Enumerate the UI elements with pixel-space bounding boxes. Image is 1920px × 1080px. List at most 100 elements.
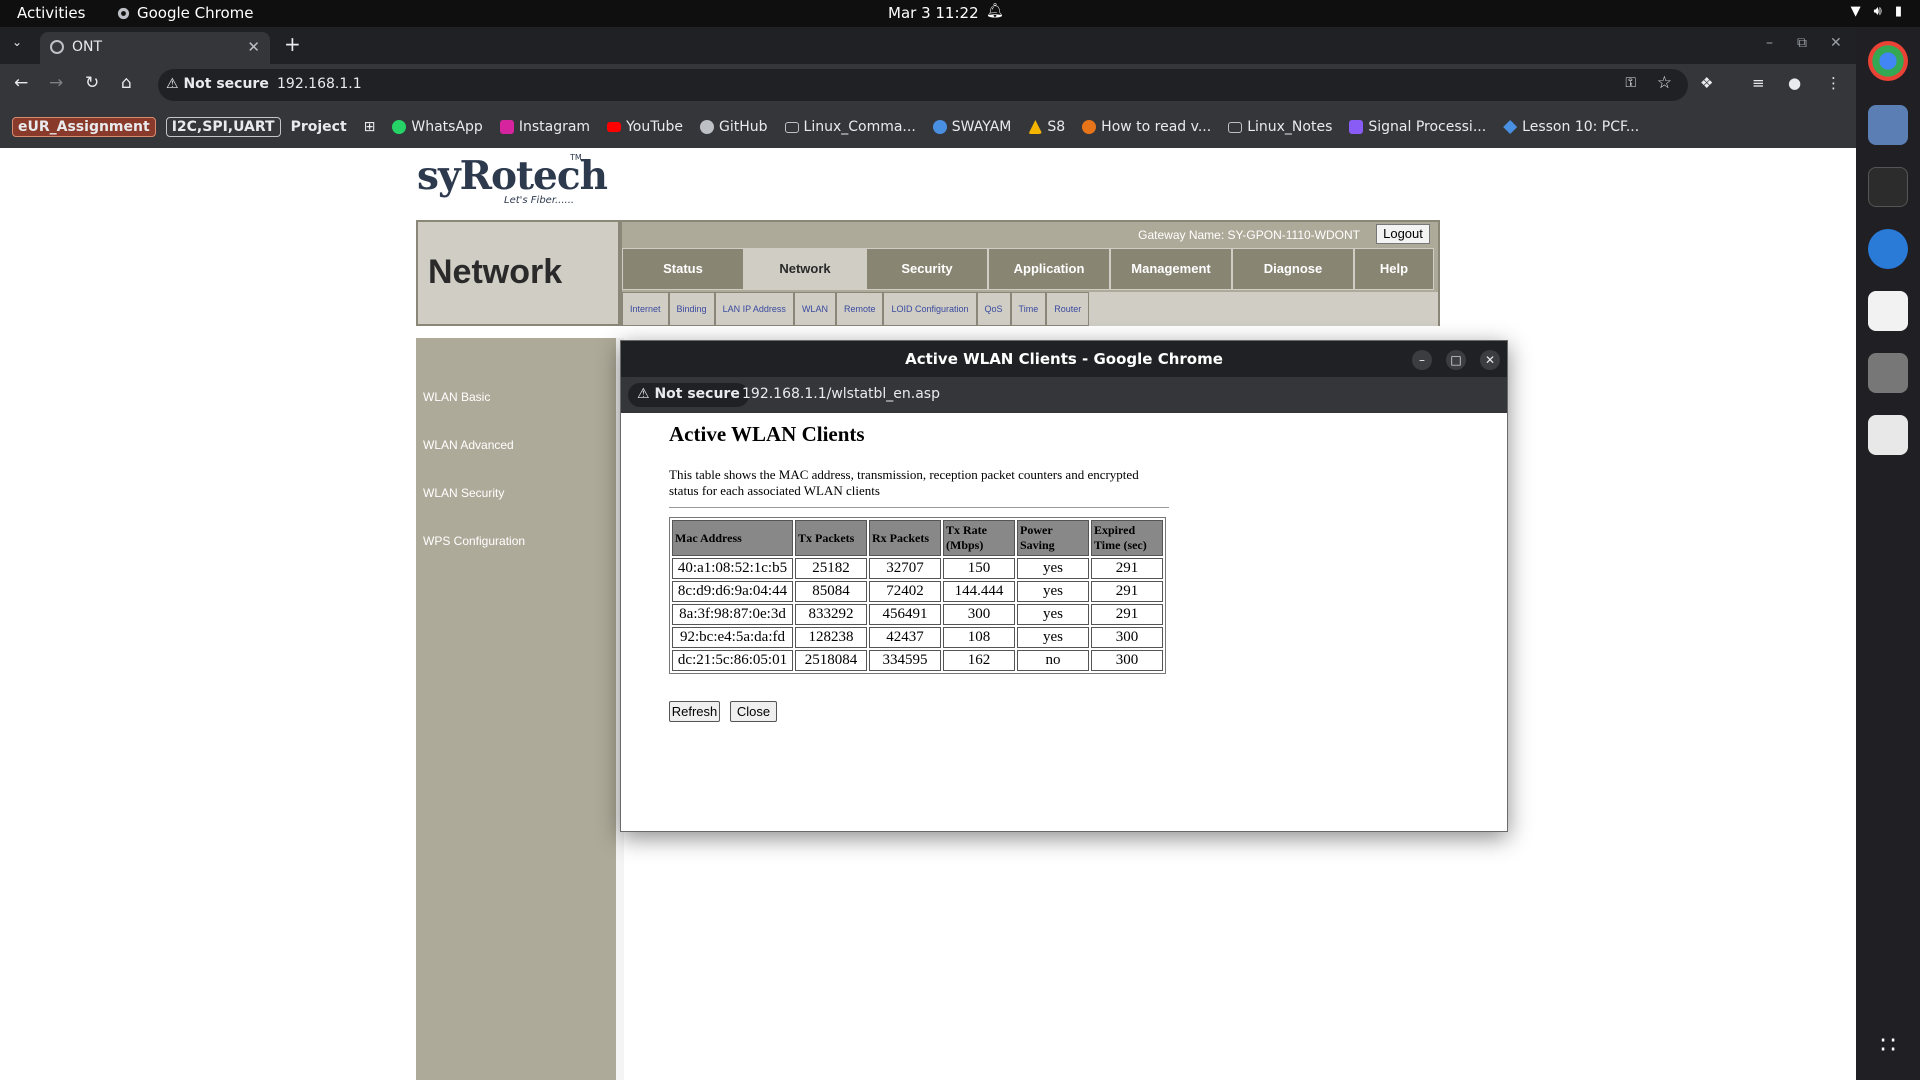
bookmark-youtube[interactable]: YouTube (607, 119, 683, 135)
logo-tagline: Let's Fiber...... (504, 195, 575, 206)
subnav-remote[interactable]: Remote (835, 292, 884, 326)
table-row: 92:bc:e4:5a:da:fd 128238 42437 108 yes 3… (672, 627, 1163, 648)
active-wlan-clients-window: Active WLAN Clients - Google Chrome – □ … (620, 340, 1508, 832)
gateway-bar: Gateway Name: SY-GPON-1110-WDONT Logout (622, 222, 1438, 246)
bookmark-eur-assignment[interactable]: eUR_Assignment (12, 117, 156, 137)
nav-help[interactable]: Help (1354, 248, 1434, 290)
table-row: 8a:3f:98:87:0e:3d 833292 456491 300 yes … (672, 604, 1163, 625)
subnav-router[interactable]: Router (1046, 292, 1090, 326)
nav-application[interactable]: Application (988, 248, 1110, 290)
trash-dock-icon[interactable] (1868, 415, 1908, 455)
bookmark-s8[interactable]: S8 (1028, 119, 1065, 135)
popup-url[interactable]: 192.168.1.1/wlstatbl_en.asp (742, 386, 940, 402)
terminal-dock-icon[interactable] (1868, 167, 1908, 207)
refresh-button[interactable]: Refresh (669, 701, 720, 722)
column-header: Power Saving (1017, 520, 1089, 556)
tx-packets-cell: 2518084 (795, 650, 867, 671)
activities-button[interactable]: Activities (17, 4, 85, 22)
nav-network[interactable]: Network (744, 248, 866, 290)
more-menu-icon[interactable]: ⋮ (1826, 74, 1841, 92)
chrome-dock-icon[interactable] (1868, 41, 1908, 81)
bookmark-label: WhatsApp (411, 119, 483, 135)
bookmark-github[interactable]: GitHub (700, 119, 768, 135)
rx-packets-cell: 72402 (869, 581, 941, 602)
popup-minimize-icon[interactable]: – (1412, 350, 1432, 370)
nav-status[interactable]: Status (622, 248, 744, 290)
clock[interactable]: Mar 3 11:22 (888, 4, 979, 22)
subnav-loid-configuration[interactable]: LOID Configuration (883, 292, 977, 326)
github-icon (700, 120, 714, 134)
folder-icon (1228, 121, 1243, 133)
reload-icon[interactable]: ↻ (85, 73, 99, 93)
app-menu[interactable]: Google Chrome (117, 4, 254, 22)
forward-arrow-icon[interactable]: → (49, 73, 63, 93)
profile-avatar-icon[interactable]: ● (1788, 74, 1801, 92)
tab-search-chevron-icon[interactable]: ⌄ (12, 35, 22, 49)
browser-tab-ont[interactable]: ONT ✕ (40, 32, 270, 64)
popup-heading: Active WLAN Clients (669, 422, 865, 446)
address-url[interactable]: 192.168.1.1 (277, 76, 362, 92)
popup-title-bar[interactable]: Active WLAN Clients - Google Chrome (621, 341, 1507, 377)
subnav-lan-ip-address[interactable]: LAN IP Address (714, 292, 794, 326)
system-tray[interactable]: ▼ 🔊︎ ▮ (1851, 4, 1902, 19)
bookmark-folder-linux-notes[interactable]: Linux_Notes (1228, 119, 1332, 135)
bookmark-star-icon[interactable]: ☆ (1657, 73, 1672, 93)
files-dock-icon[interactable] (1868, 105, 1908, 145)
bookmark-label: Linux_Comma... (803, 119, 916, 135)
bookmark-instagram[interactable]: Instagram (499, 119, 590, 135)
popup-address-bar: ⚠ Not secure 192.168.1.1/wlstatbl_en.asp (621, 377, 1507, 413)
sidebar-item-wlan-security[interactable]: WLAN Security (423, 486, 504, 500)
minimize-window-icon[interactable]: – (1766, 35, 1773, 51)
power-saving-cell: yes (1017, 581, 1089, 602)
restore-window-icon[interactable]: ⧉ (1797, 35, 1807, 51)
new-tab-plus-icon[interactable]: + (284, 32, 301, 56)
text-editor-dock-icon[interactable] (1868, 291, 1908, 331)
bookmark-project[interactable]: Project (291, 119, 347, 135)
nav-security[interactable]: Security (866, 248, 988, 290)
sidebar-item-wlan-basic[interactable]: WLAN Basic (423, 390, 490, 404)
close-window-icon[interactable]: ✕ (1830, 35, 1842, 51)
close-tab-icon[interactable]: ✕ (247, 38, 260, 56)
sidebar-item-wps-configuration[interactable]: WPS Configuration (423, 534, 525, 548)
not-secure-indicator[interactable]: ⚠ Not secure (166, 76, 269, 92)
power-saving-cell: yes (1017, 604, 1089, 625)
tx-packets-cell: 85084 (795, 581, 867, 602)
apps-grid-icon[interactable]: ⊞ (364, 119, 376, 135)
popup-not-secure-indicator[interactable]: ⚠ Not secure (628, 383, 749, 407)
extensions-puzzle-icon[interactable]: ❖ (1700, 74, 1713, 92)
gateway-name: Gateway Name: SY-GPON-1110-WDONT (1138, 228, 1360, 242)
back-arrow-icon[interactable]: ← (14, 73, 28, 93)
sub-nav: Internet Binding LAN IP Address WLAN Rem… (622, 292, 1438, 326)
main-nav: Status Network Security Application Mana… (622, 248, 1434, 292)
popup-maximize-icon[interactable]: □ (1446, 350, 1466, 370)
bookmark-folder-linux-commands[interactable]: Linux_Comma... (784, 119, 916, 135)
bookmark-lesson-10[interactable]: Lesson 10: PCF... (1503, 119, 1639, 135)
nav-management[interactable]: Management (1110, 248, 1232, 290)
bookmark-swayam[interactable]: SWAYAM (932, 119, 1011, 135)
logout-button[interactable]: Logout (1376, 224, 1430, 244)
bookmark-signal-processing[interactable]: Signal Processi... (1349, 119, 1486, 135)
address-bar[interactable]: ⚠ Not secure 192.168.1.1 ⚿ ☆ (158, 69, 1688, 101)
home-icon[interactable]: ⌂ (121, 73, 132, 93)
password-key-icon[interactable]: ⚿ (1625, 75, 1636, 91)
mac-address-cell: dc:21:5c:86:05:01 (672, 650, 793, 671)
popup-close-icon[interactable]: ✕ (1480, 350, 1500, 370)
subnav-qos[interactable]: QoS (976, 292, 1011, 326)
media-queue-icon[interactable]: ≡ (1752, 74, 1765, 92)
bookmark-whatsapp[interactable]: WhatsApp (392, 119, 483, 135)
subnav-wlan[interactable]: WLAN (793, 292, 836, 326)
sidebar-item-wlan-advanced[interactable]: WLAN Advanced (423, 438, 514, 452)
help-dock-icon[interactable] (1868, 229, 1908, 269)
bookmark-i2c-spi-uart[interactable]: I2C,SPI,UART (165, 117, 281, 137)
subnav-time[interactable]: Time (1010, 292, 1047, 326)
close-button[interactable]: Close (730, 701, 777, 722)
screen: Activities Google Chrome Mar 3 11:22 🔔︎ … (0, 0, 1920, 1080)
column-header: Rx Packets (869, 520, 941, 556)
nav-diagnose[interactable]: Diagnose (1232, 248, 1354, 290)
chrome-icon (117, 7, 130, 19)
ssh-dock-icon[interactable] (1868, 353, 1908, 393)
subnav-binding[interactable]: Binding (668, 292, 715, 326)
bookmark-how-to-read[interactable]: How to read v... (1082, 119, 1211, 135)
subnav-internet[interactable]: Internet (622, 292, 669, 326)
show-apps-grid-icon[interactable]: ∷ (1868, 1025, 1908, 1065)
